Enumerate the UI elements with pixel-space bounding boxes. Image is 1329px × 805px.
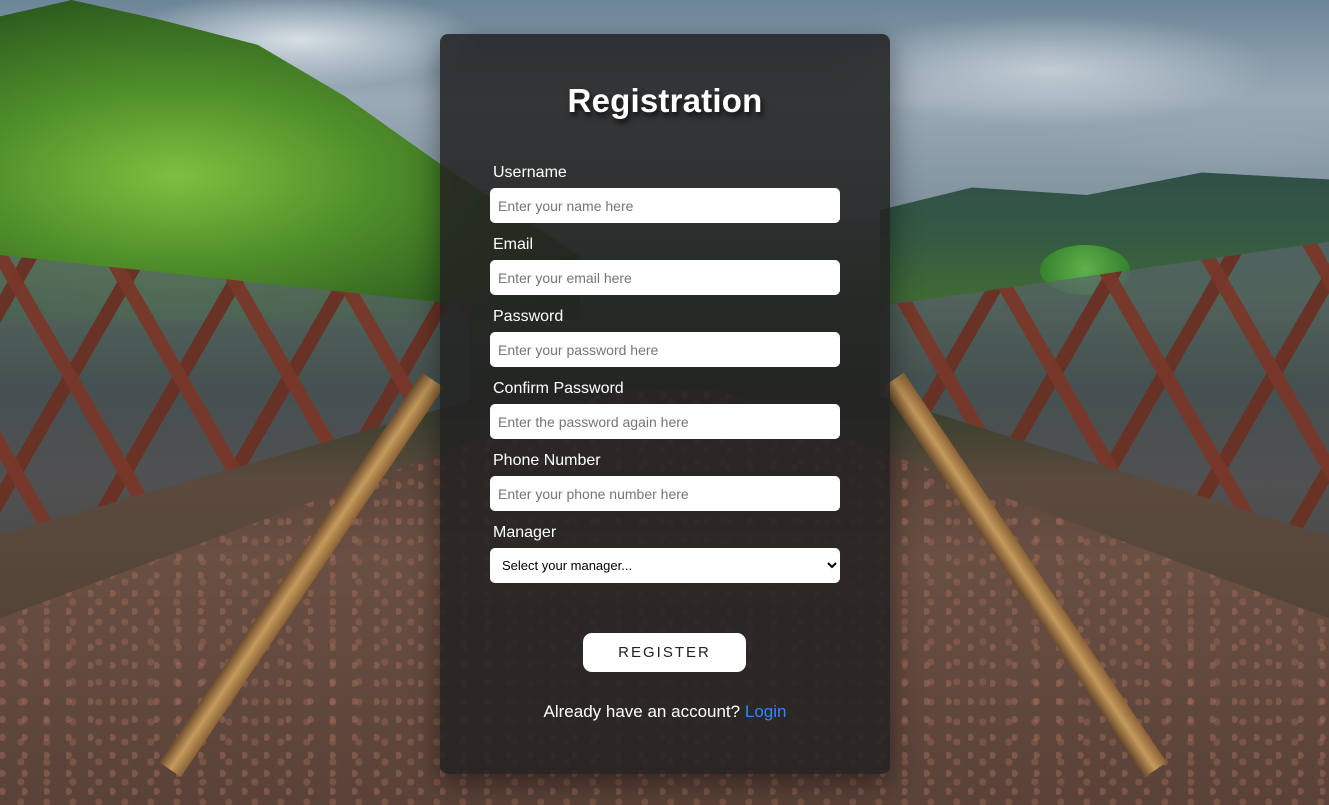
login-prompt-text: Already have an account? xyxy=(543,702,741,721)
manager-label: Manager xyxy=(493,524,557,541)
manager-field-group: Manager Select your manager... xyxy=(490,524,840,583)
manager-select[interactable]: Select your manager... xyxy=(490,548,840,583)
page-title: Registration xyxy=(567,82,763,119)
username-field-group: Username xyxy=(490,164,840,223)
registration-card: Registration Username Email Password Con… xyxy=(440,34,890,774)
phone-input[interactable] xyxy=(490,476,840,511)
login-link[interactable]: Login xyxy=(745,702,787,721)
password-label: Password xyxy=(493,308,564,325)
phone-label: Phone Number xyxy=(493,452,601,469)
confirm-password-field-group: Confirm Password xyxy=(490,380,840,439)
email-input[interactable] xyxy=(490,260,840,295)
password-input[interactable] xyxy=(490,332,840,367)
confirm-password-label: Confirm Password xyxy=(493,380,624,397)
username-input[interactable] xyxy=(490,188,840,223)
phone-field-group: Phone Number xyxy=(490,452,840,511)
email-field-group: Email xyxy=(490,236,840,295)
confirm-password-input[interactable] xyxy=(490,404,840,439)
password-field-group: Password xyxy=(490,308,840,367)
login-prompt: Already have an account? Login xyxy=(440,702,890,722)
email-label: Email xyxy=(493,236,534,253)
username-label: Username xyxy=(493,164,567,181)
register-button[interactable]: REGISTER xyxy=(583,633,746,672)
